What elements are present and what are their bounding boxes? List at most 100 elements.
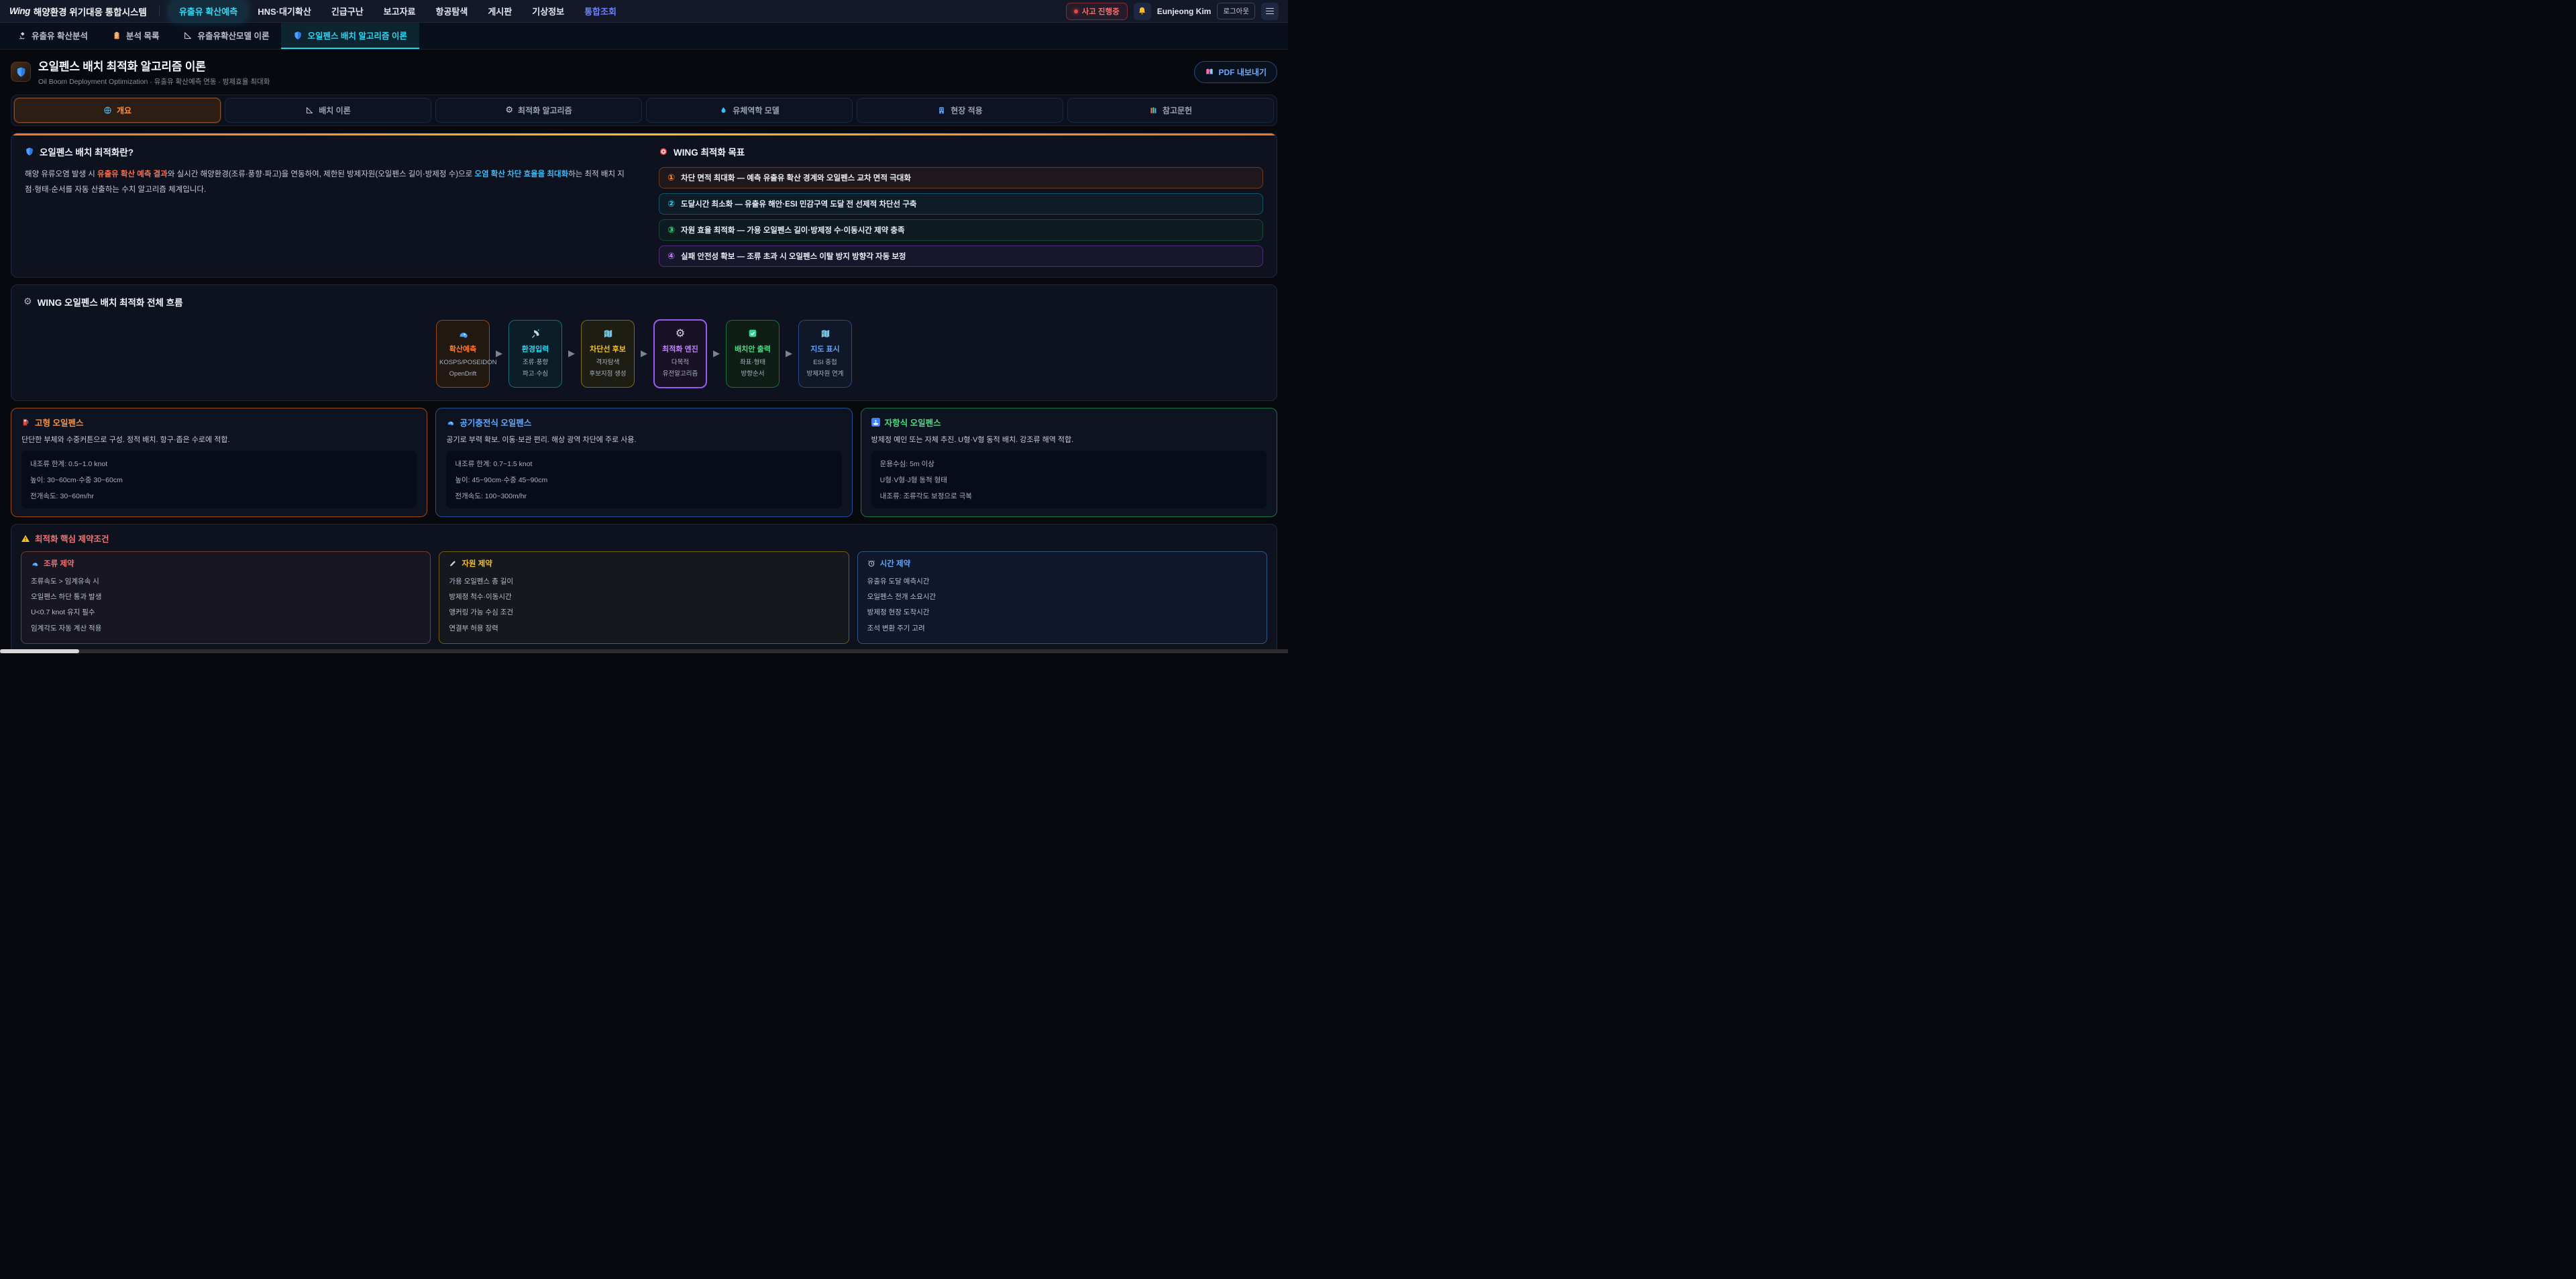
- warning-icon: [21, 534, 30, 543]
- subtab-spill-model-theory[interactable]: 유출유확산모델 이론: [171, 23, 281, 49]
- constraint-item: 유출유 도달 예측시간: [867, 573, 1257, 589]
- gear-icon: ⚙: [23, 296, 32, 307]
- wave-icon: [446, 418, 455, 427]
- goals-heading: WING 최적화 목표: [659, 145, 1263, 158]
- shield-icon: [15, 66, 27, 78]
- gear-icon: ⚙: [505, 105, 513, 115]
- constraint-card-current: 조류 제약 조류속도 > 임계유속 시 오일펜스 하단 통과 발생 U<0.7 …: [21, 551, 431, 644]
- logo-wing: Wing: [9, 6, 30, 16]
- spec-line: 전개속도: 100~300m/hr: [455, 488, 833, 504]
- incident-dot-icon: [1074, 9, 1078, 13]
- boom-card-specs: 내조류 한계: 0.5~1.0 knot 높이: 30~60cm·수중 30~6…: [21, 451, 417, 508]
- constraint-item: 앵커링 가능 수심 조건: [449, 605, 839, 620]
- nav-hns-dispersion[interactable]: HNS·대기확산: [249, 1, 320, 21]
- tab-deployment-theory[interactable]: 배치 이론: [225, 98, 431, 123]
- constraint-item: 오일펜스 하단 통과 발생: [31, 590, 421, 605]
- boom-card-self-propelled: 자항식 오일펜스 방제정 예인 또는 자체 추진. U형·V형 동적 배치. 강…: [861, 408, 1277, 517]
- nav-weather[interactable]: 기상정보: [523, 1, 573, 21]
- constraint-item: 조류속도 > 임계유속 시: [31, 573, 421, 589]
- nav-integrated-search[interactable]: 통합조회: [576, 1, 625, 21]
- overview-card: 오일펜스 배치 최적화란? 해양 유류오염 발생 시 유출유 확산 예측 결과와…: [11, 133, 1277, 278]
- logo-title: 해양환경 위기대응 통합시스템: [34, 5, 147, 18]
- nav-emergency-rescue[interactable]: 긴급구난: [323, 1, 372, 21]
- page-header-icon-box: [11, 62, 31, 82]
- spec-line: 운용수심: 5m 이상: [880, 455, 1258, 471]
- goal-number: ③: [667, 225, 675, 235]
- flow-card: ⚙ WING 오일펜스 배치 최적화 전체 흐름 확산예측 KOSPS/POSE…: [11, 284, 1277, 401]
- spec-line: 내조류 한계: 0.5~1.0 knot: [30, 455, 408, 471]
- boom-card-specs: 운용수심: 5m 이상 U형·V형·J형 동적 형태 내조류: 조류각도 보정으…: [871, 451, 1267, 508]
- globe-icon: [103, 106, 112, 115]
- highlight-maximize-efficiency: 오염 확산 차단 효율을 최대화: [474, 170, 568, 178]
- pdf-export-button[interactable]: PDF 내보내기: [1194, 61, 1278, 83]
- flow-arrow-icon: ▶: [496, 349, 502, 359]
- triangle-ruler-icon: [305, 106, 314, 115]
- constraint-item: 임계각도 자동 계산 적용: [31, 620, 421, 636]
- gear-icon: ⚙: [676, 328, 685, 339]
- tab-hydrodynamics-model[interactable]: 유체역학 모델: [646, 98, 853, 123]
- shield-icon: [293, 31, 303, 40]
- subtab-analysis-list[interactable]: 분석 목록: [100, 23, 171, 49]
- nav-oil-spill-prediction[interactable]: 유출유 확산예측: [170, 1, 246, 21]
- map-icon: [602, 328, 614, 339]
- constraint-heading: 자원 제약: [449, 558, 839, 569]
- constraint-card-time: 시간 제약 유출유 도달 예측시간 오일펜스 전개 소요시간 방제정 현장 도착…: [857, 551, 1267, 644]
- satellite-icon: [530, 328, 541, 339]
- logout-button[interactable]: 로그아웃: [1217, 3, 1255, 19]
- constraint-item: 연결부 허용 장력: [449, 620, 839, 636]
- droplet-icon: [719, 106, 728, 115]
- constraint-card-resource: 자원 제약 가용 오일펜스 총 길이 방제정 척수·이동시간 앵커링 가능 수심…: [439, 551, 849, 644]
- menu-button[interactable]: [1261, 3, 1279, 20]
- spec-line: 내조류: 조류각도 보정으로 극복: [880, 488, 1258, 504]
- sub-tab-bar: 유출유 확산분석 분석 목록 유출유확산모델 이론 오일펜스 배치 알고리즘 이…: [0, 23, 1288, 50]
- flow-step-optimization-engine: ⚙ 최적화 엔진 다목적 유전알고리즘: [653, 319, 707, 388]
- flow-step-deployment-output: 배치안 출력 좌표·형태 방향순서: [726, 320, 780, 388]
- overview-definition: 오일펜스 배치 최적화란? 해양 유류오염 발생 시 유출유 확산 예측 결과와…: [25, 145, 629, 267]
- notification-button[interactable]: [1134, 3, 1151, 20]
- constraint-item: 조석 변환 주기 고려: [867, 620, 1257, 636]
- spec-line: 전개속도: 30~60m/hr: [30, 488, 408, 504]
- shield-icon: [25, 147, 34, 156]
- horizontal-scrollbar[interactable]: [0, 649, 1288, 653]
- page-header-text: 오일펜스 배치 최적화 알고리즘 이론 Oil Boom Deployment …: [38, 57, 270, 87]
- flow-step-diffusion-prediction: 확산예측 KOSPS/POSEIDON OpenDrift: [436, 320, 490, 388]
- subtab-spill-analysis[interactable]: 유출유 확산분석: [5, 23, 100, 49]
- goal-item-intercept-area: ① 차단 면적 최대화 — 예측 유출유 확산 경계와 오일펜스 교차 면적 극…: [659, 167, 1263, 188]
- spec-line: 높이: 45~90cm·수중 45~90cm: [455, 471, 833, 488]
- tab-field-application[interactable]: 현장 적용: [857, 98, 1063, 123]
- subtab-boom-algorithm-theory[interactable]: 오일펜스 배치 알고리즘 이론: [281, 23, 419, 49]
- nav-reports[interactable]: 보고자료: [375, 1, 425, 21]
- constraints-heading: 최적화 핵심 제약조건: [21, 532, 1267, 545]
- nav-board[interactable]: 게시판: [479, 1, 521, 21]
- constraint-item: 방제정 현장 도착시간: [867, 605, 1257, 620]
- boom-type-row: 고형 오일펜스 단단한 부체와 수중커튼으로 구성. 정적 배치. 항구·좁은 …: [11, 408, 1277, 517]
- topbar: Wing 해양환경 위기대응 통합시스템 유출유 확산예측 HNS·대기확산 긴…: [0, 0, 1288, 23]
- incident-status-badge[interactable]: 사고 진행중: [1066, 3, 1128, 20]
- constraint-heading: 시간 제약: [867, 558, 1257, 569]
- constraint-item: U<0.7 knot 유지 필수: [31, 605, 421, 620]
- flow-arrow-icon: ▶: [641, 349, 647, 359]
- spec-line: 내조류 한계: 0.7~1.5 knot: [455, 455, 833, 471]
- spec-line: 높이: 30~60cm·수중 30~60cm: [30, 471, 408, 488]
- overview-definition-heading: 오일펜스 배치 최적화란?: [25, 145, 629, 158]
- nav-aerial-search[interactable]: 항공탐색: [427, 1, 477, 21]
- tab-overview[interactable]: 개요: [14, 98, 221, 123]
- goal-number: ④: [667, 252, 675, 262]
- boom-card-description: 방제정 예인 또는 자체 추진. U형·V형 동적 배치. 강조류 해역 적합.: [871, 434, 1267, 445]
- flow-arrow-icon: ▶: [568, 349, 575, 359]
- goal-item-fail-safety: ④ 실패 안전성 확보 — 조류 초과 시 오일펜스 이탈 방지 방향각 자동 …: [659, 245, 1263, 267]
- goal-number: ②: [667, 199, 675, 209]
- page-header: 오일펜스 배치 최적화 알고리즘 이론 Oil Boom Deployment …: [0, 50, 1288, 93]
- goal-item-resource-efficiency: ③ 자원 효율 최적화 — 가용 오일펜스 길이·방제정 수·이동시간 제약 충…: [659, 219, 1263, 241]
- triangle-ruler-icon: [183, 31, 193, 40]
- tab-references[interactable]: 참고문헌: [1067, 98, 1274, 123]
- constraint-heading: 조류 제약: [31, 558, 421, 569]
- app-logo: Wing 해양환경 위기대응 통합시스템: [9, 5, 147, 18]
- flow-step-environment-input: 환경입력 조류·풍향 파고·수심: [508, 320, 562, 388]
- goal-number: ①: [667, 173, 675, 183]
- overview-paragraph: 해양 유류오염 발생 시 유출유 확산 예측 결과와 실시간 해양환경(조류·풍…: [25, 167, 629, 198]
- tab-optimization-algorithm[interactable]: ⚙ 최적화 알고리즘: [435, 98, 642, 123]
- flow-arrow-icon: ▶: [713, 349, 720, 359]
- wave-icon: [31, 559, 39, 567]
- scrollbar-thumb[interactable]: [0, 649, 79, 653]
